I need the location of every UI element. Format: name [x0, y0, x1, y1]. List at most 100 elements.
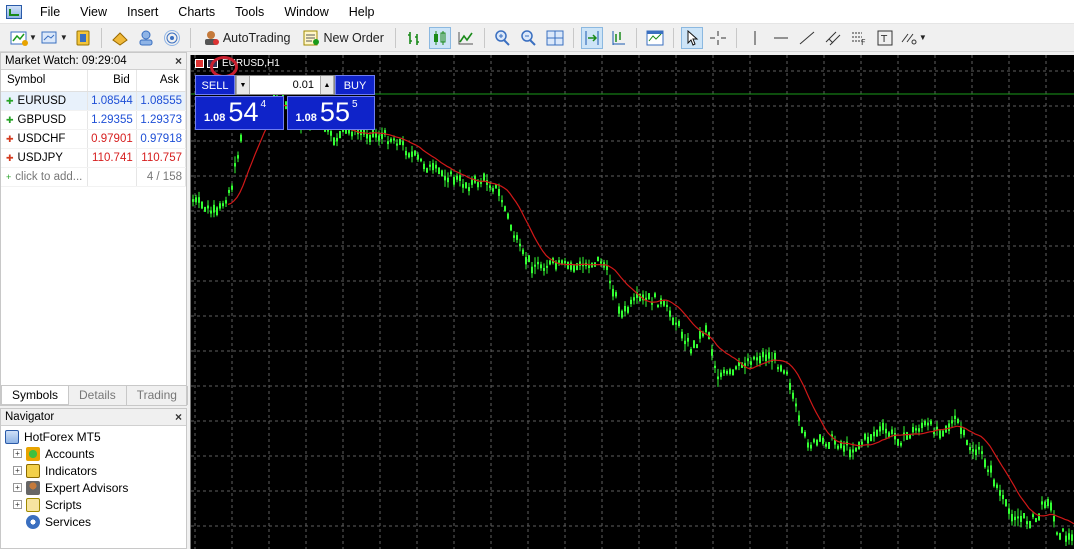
buy-button[interactable]: BUY — [335, 75, 375, 95]
line-chart-button[interactable] — [455, 27, 477, 49]
menu-file[interactable]: File — [30, 1, 70, 23]
candle — [936, 421, 938, 436]
candle — [534, 257, 536, 275]
data-folder-button[interactable] — [72, 27, 94, 49]
menu-charts[interactable]: Charts — [168, 1, 225, 23]
toolbar: ▼ ▼ AutoTrading New Order F T ▼ — [0, 24, 1074, 52]
zoom-out-icon — [521, 29, 536, 46]
candle — [426, 167, 428, 173]
signals-button[interactable] — [135, 27, 157, 49]
expand-icon[interactable]: + — [13, 483, 22, 492]
candle — [825, 441, 827, 449]
candle — [1035, 518, 1037, 523]
add-symbol-row[interactable]: + click to add... 4 / 158 — [1, 167, 187, 187]
candle — [939, 429, 941, 440]
vertical-line-button[interactable] — [744, 27, 766, 49]
navigator-item-scripts[interactable]: + Scripts — [5, 496, 186, 513]
tab-symbols[interactable]: Symbols — [1, 386, 70, 405]
menu-window[interactable]: Window — [274, 1, 338, 23]
sell-price-button[interactable]: 1.08 54 4 — [195, 96, 284, 130]
candle — [453, 174, 455, 187]
expert-advisors-icon — [26, 480, 40, 495]
buy-price-button[interactable]: 1.08 55 5 — [286, 96, 375, 130]
equidistant-channel-button[interactable] — [822, 27, 844, 49]
candle — [762, 347, 764, 362]
chart-shift-button[interactable] — [607, 27, 629, 49]
templates-button[interactable] — [644, 27, 666, 49]
candle — [1017, 508, 1019, 527]
toolbar-separator — [635, 27, 637, 48]
menu-insert[interactable]: Insert — [117, 1, 168, 23]
new-chart-icon — [10, 31, 28, 46]
tab-details[interactable]: Details — [69, 386, 127, 405]
cursor-tool-button[interactable] — [680, 26, 703, 49]
menu-help[interactable]: Help — [339, 1, 385, 23]
column-symbol[interactable]: Symbol — [1, 70, 88, 92]
moving-average-line — [227, 104, 1074, 525]
candle — [201, 201, 203, 210]
tile-windows-button[interactable] — [544, 27, 566, 49]
broadcast-button[interactable] — [161, 27, 183, 49]
column-bid[interactable]: Bid — [87, 70, 137, 92]
fibonacci-button[interactable]: F — [848, 27, 870, 49]
candle — [783, 369, 785, 375]
text-tool-button[interactable]: T — [874, 27, 896, 49]
table-row[interactable]: ✚ USDCHF 0.97901 0.97918 — [1, 129, 187, 149]
table-row[interactable]: ✚ USDJPY 110.741 110.757 — [1, 148, 187, 168]
autotrading-button[interactable]: AutoTrading — [198, 27, 295, 49]
expand-icon[interactable]: + — [13, 500, 22, 509]
candle — [588, 259, 590, 274]
market-button[interactable] — [109, 27, 131, 49]
table-row[interactable]: ✚ EURUSD 1.08544 1.08555 — [1, 91, 187, 111]
table-row[interactable]: ✚ GBPUSD 1.29355 1.29373 — [1, 110, 187, 130]
zoom-in-button[interactable] — [492, 27, 514, 49]
menu-view[interactable]: View — [70, 1, 117, 23]
candle — [1062, 527, 1064, 533]
candlestick-chart-button[interactable] — [428, 26, 451, 49]
candle — [645, 291, 647, 307]
autotrading-icon — [204, 30, 219, 45]
zoom-out-button[interactable] — [518, 27, 540, 49]
profiles-button[interactable]: ▼ — [41, 27, 68, 49]
navigator-item-label: Accounts — [45, 446, 95, 461]
one-click-trading-panel: SELL ▼ 0.01 ▲ BUY 1.08 54 4 1.08 55 5 — [195, 75, 375, 131]
expand-icon[interactable]: + — [13, 466, 22, 475]
candle — [192, 194, 194, 207]
window-icon — [195, 59, 204, 68]
new-order-button[interactable]: New Order — [298, 27, 387, 49]
toolbar-separator — [572, 27, 574, 48]
shapes-button[interactable]: ▼ — [900, 27, 927, 49]
horizontal-line-button[interactable] — [770, 27, 792, 49]
menu-tools[interactable]: Tools — [225, 1, 274, 23]
volume-down-button[interactable]: ▼ — [236, 76, 250, 94]
expand-icon[interactable]: + — [13, 449, 22, 458]
navigator-root[interactable]: HotForex MT5 — [5, 428, 186, 445]
candle — [618, 303, 620, 317]
navigator-item-accounts[interactable]: + Accounts — [5, 445, 186, 462]
candle — [756, 352, 758, 366]
tab-trading[interactable]: Trading — [127, 386, 188, 405]
close-icon[interactable]: × — [175, 54, 182, 68]
new-chart-button[interactable]: ▼ — [10, 27, 37, 49]
close-icon[interactable]: × — [175, 410, 182, 424]
navigator-item-expert-advisors[interactable]: + Expert Advisors — [5, 479, 186, 496]
column-ask[interactable]: Ask — [136, 70, 187, 92]
sell-button[interactable]: SELL — [195, 75, 235, 95]
chart-window[interactable]: EURUSD,H1 SELL ▼ 0.01 ▲ BUY 1.08 54 4 1.… — [190, 55, 1074, 549]
candle — [231, 183, 233, 193]
volume-input[interactable]: 0.01 — [250, 79, 320, 91]
auto-scroll-button[interactable] — [580, 26, 603, 49]
candle — [732, 369, 734, 376]
candle — [207, 200, 209, 214]
candle — [738, 357, 740, 371]
volume-up-button[interactable]: ▲ — [320, 76, 334, 94]
crosshair-tool-button[interactable] — [707, 27, 729, 49]
trendline-button[interactable] — [796, 27, 818, 49]
candle — [444, 169, 446, 187]
bar-chart-button[interactable] — [403, 27, 425, 49]
navigator-item-indicators[interactable]: + Indicators — [5, 462, 186, 479]
symbol-name: GBPUSD — [17, 113, 67, 126]
navigator-item-services[interactable]: Services — [5, 513, 186, 530]
candle — [1038, 513, 1040, 521]
candle — [216, 206, 218, 217]
